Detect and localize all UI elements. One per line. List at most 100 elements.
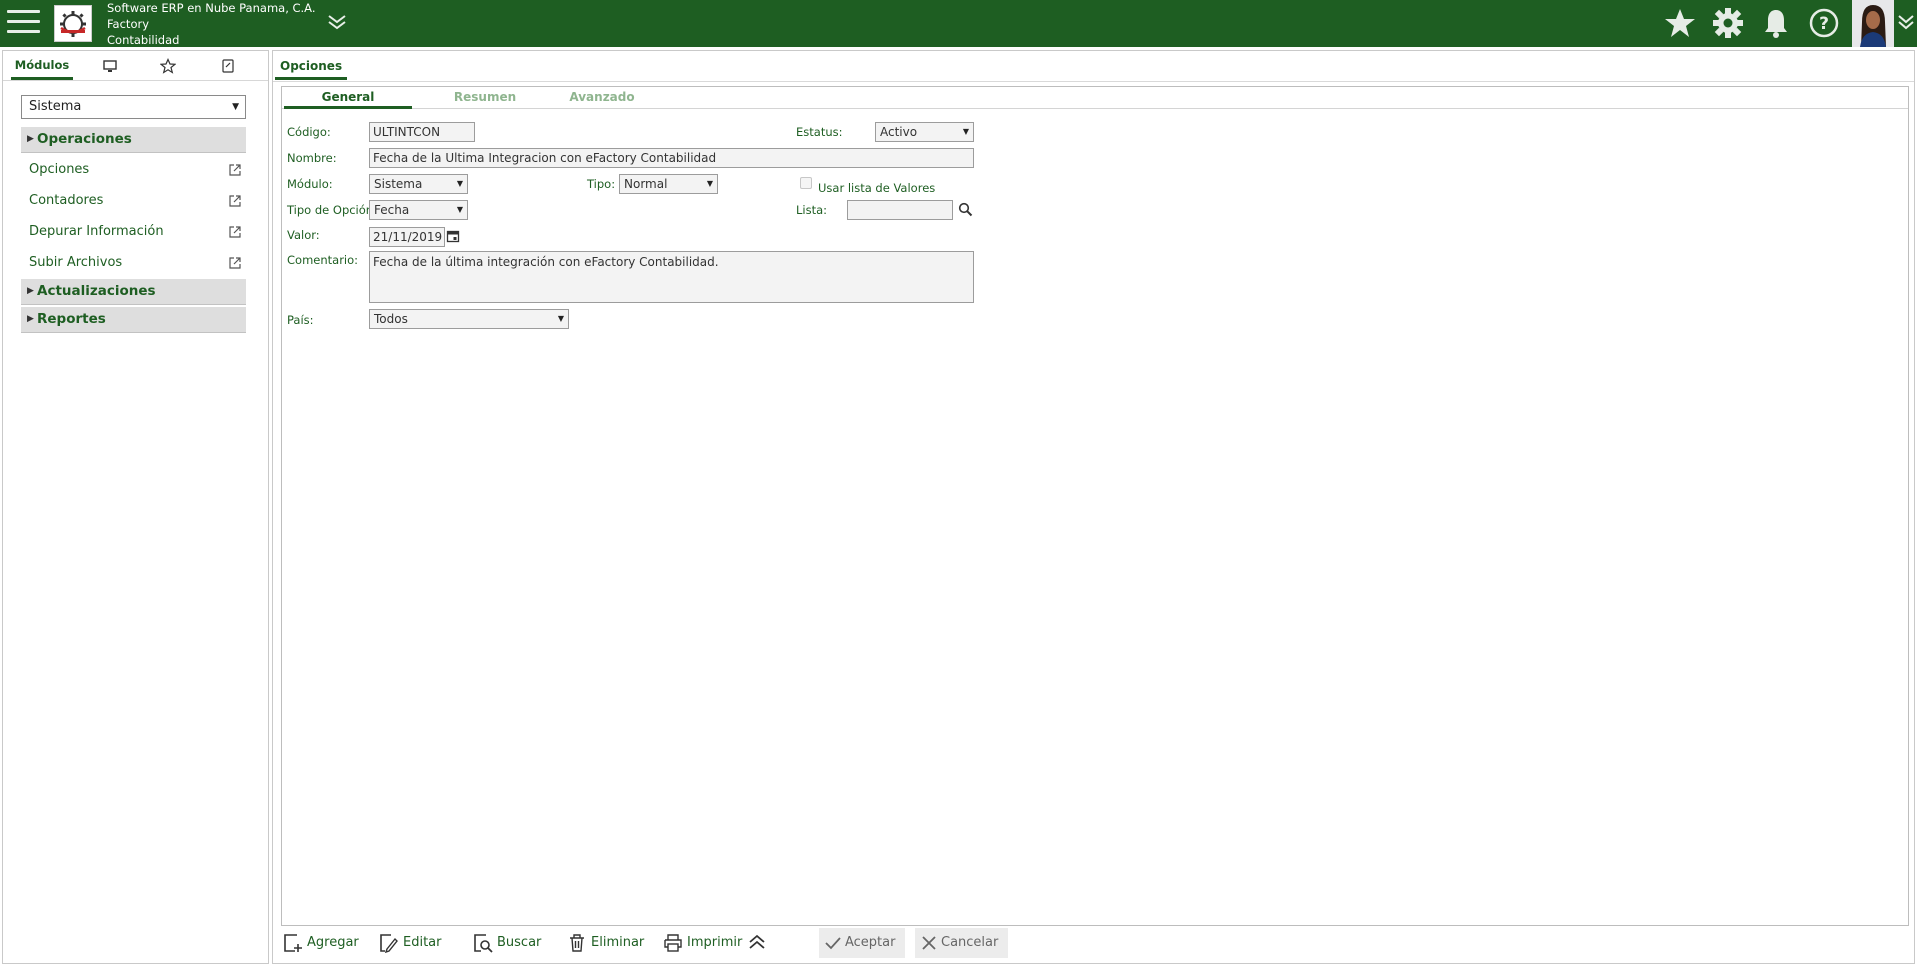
monitor-icon bbox=[103, 60, 117, 72]
caret-down-icon: ▼ bbox=[456, 179, 463, 188]
chevron-double-up-icon[interactable] bbox=[747, 932, 767, 955]
tab-notes[interactable] bbox=[213, 51, 243, 80]
cancel-button-label: Cancelar bbox=[941, 935, 999, 950]
comentario-label: Comentario: bbox=[287, 253, 359, 267]
delete-button-label: Eliminar bbox=[591, 935, 645, 950]
tipo-value: Normal bbox=[624, 177, 668, 191]
caret-down-icon: ▼ bbox=[557, 314, 564, 323]
pais-label: País: bbox=[287, 313, 314, 327]
tab-favorites[interactable] bbox=[153, 51, 183, 80]
tab-resumen[interactable]: Resumen bbox=[430, 87, 540, 109]
modulo-label: Módulo: bbox=[287, 177, 333, 191]
section-label: Operaciones bbox=[37, 131, 132, 147]
estatus-select[interactable]: Activo ▼ bbox=[875, 122, 974, 142]
module-select[interactable]: Sistema ▼ bbox=[21, 95, 246, 119]
search-icon[interactable] bbox=[958, 202, 973, 220]
section-reportes[interactable]: ▶ Reportes bbox=[21, 307, 246, 333]
external-link-icon bbox=[229, 195, 241, 207]
search-button-label: Buscar bbox=[497, 935, 542, 950]
tab-avanzado[interactable]: Avanzado bbox=[552, 87, 652, 109]
close-icon bbox=[922, 936, 936, 950]
user-avatar[interactable] bbox=[1852, 0, 1894, 47]
edit-button-label: Editar bbox=[403, 935, 442, 950]
sub-tabs: General Resumen Avanzado bbox=[282, 87, 1908, 109]
star-icon[interactable] bbox=[1663, 6, 1697, 40]
help-icon[interactable]: ? bbox=[1807, 6, 1841, 40]
left-tabs: Módulos bbox=[3, 51, 268, 81]
notes-icon bbox=[222, 59, 234, 73]
menu-item-subir-archivos[interactable]: Subir Archivos bbox=[29, 251, 246, 275]
org-info: Software ERP en Nube Panama, C.A. Factor… bbox=[107, 0, 316, 48]
top-bar: Software ERP en Nube Panama, C.A. Factor… bbox=[0, 0, 1917, 47]
caret-down-icon: ▼ bbox=[706, 179, 713, 188]
menu-item-label: Depurar Información bbox=[29, 224, 164, 239]
codigo-label: Código: bbox=[287, 125, 331, 139]
menu-icon[interactable] bbox=[7, 10, 40, 36]
tipo-select[interactable]: Normal ▼ bbox=[619, 174, 718, 194]
add-icon bbox=[284, 934, 302, 952]
section-label: Reportes bbox=[37, 311, 106, 327]
main-panel: Opciones General Resumen Avanzado Código… bbox=[272, 50, 1915, 964]
caret-right-icon: ▶ bbox=[27, 286, 34, 296]
form-frame: General Resumen Avanzado Código: ULTINTC… bbox=[281, 86, 1909, 926]
external-link-icon bbox=[229, 164, 241, 176]
print-button-label: Imprimir bbox=[687, 935, 743, 950]
external-link-icon bbox=[229, 257, 241, 269]
caret-down-icon: ▼ bbox=[232, 102, 239, 112]
estatus-label: Estatus: bbox=[796, 125, 843, 139]
section-operaciones[interactable]: ▶ Operaciones bbox=[21, 127, 246, 153]
valor-date-field[interactable]: 21/11/2019 bbox=[369, 227, 445, 247]
company-name: Software ERP en Nube Panama, C.A. bbox=[107, 1, 316, 15]
nombre-label: Nombre: bbox=[287, 151, 337, 165]
tab-modules[interactable]: Módulos bbox=[11, 51, 73, 80]
tab-general[interactable]: General bbox=[284, 87, 412, 109]
tipo-label: Tipo: bbox=[587, 177, 616, 191]
modulo-select[interactable]: Sistema ▼ bbox=[369, 174, 468, 194]
section-label: Actualizaciones bbox=[37, 283, 156, 299]
nombre-field[interactable]: Fecha de la Ultima Integracion con eFact… bbox=[369, 148, 974, 168]
tipo-opcion-label: Tipo de Opción: bbox=[287, 203, 377, 217]
add-button-label: Agregar bbox=[307, 935, 359, 950]
menu-item-depurar-informacion[interactable]: Depurar Información bbox=[29, 220, 246, 244]
edit-icon bbox=[380, 934, 398, 953]
usar-lista-checkbox[interactable] bbox=[800, 177, 812, 189]
chevron-double-down-icon[interactable] bbox=[327, 13, 347, 34]
estatus-value: Activo bbox=[880, 125, 918, 139]
menu-item-label: Opciones bbox=[29, 162, 90, 177]
tab-opciones[interactable]: Opciones bbox=[275, 53, 348, 80]
pais-select[interactable]: Todos ▼ bbox=[369, 309, 569, 329]
lista-label: Lista: bbox=[796, 203, 828, 217]
search-button[interactable]: Buscar bbox=[473, 928, 541, 958]
tab-divider bbox=[273, 81, 1914, 82]
tipo-opcion-value: Fecha bbox=[374, 203, 410, 217]
delete-button[interactable]: Eliminar bbox=[567, 928, 644, 958]
edit-button[interactable]: Editar bbox=[379, 928, 442, 958]
menu-item-contadores[interactable]: Contadores bbox=[29, 189, 246, 213]
menu-item-label: Contadores bbox=[29, 193, 104, 208]
menu-item-opciones[interactable]: Opciones bbox=[29, 158, 246, 182]
menu-item-label: Subir Archivos bbox=[29, 255, 123, 270]
modulo-value: Sistema bbox=[374, 177, 423, 191]
accept-button-label: Aceptar bbox=[845, 935, 896, 950]
comentario-textarea[interactable]: Fecha de la última integración con eFact… bbox=[369, 251, 974, 303]
lista-field[interactable] bbox=[847, 200, 953, 220]
caret-right-icon: ▶ bbox=[27, 314, 34, 324]
section-actualizaciones[interactable]: ▶ Actualizaciones bbox=[21, 279, 246, 305]
module-name: Contabilidad bbox=[107, 33, 180, 47]
left-panel: Módulos Sistema ▼ ▶ Operaciones Opciones… bbox=[2, 50, 269, 964]
codigo-field[interactable]: ULTINTCON bbox=[369, 122, 475, 142]
usar-lista-label: Usar lista de Valores bbox=[818, 181, 936, 195]
caret-down-icon: ▼ bbox=[962, 127, 969, 136]
chevron-double-down-icon[interactable] bbox=[1896, 12, 1916, 35]
add-button[interactable]: Agregar bbox=[283, 928, 359, 958]
tipo-opcion-select[interactable]: Fecha ▼ bbox=[369, 200, 468, 220]
gear-icon[interactable] bbox=[1711, 6, 1745, 40]
accept-button[interactable]: Aceptar bbox=[819, 928, 906, 958]
trash-icon bbox=[570, 934, 584, 952]
cancel-button[interactable]: Cancelar bbox=[915, 928, 1009, 958]
product-name: Factory bbox=[107, 17, 150, 31]
bell-icon[interactable] bbox=[1759, 6, 1793, 40]
print-button[interactable]: Imprimir bbox=[663, 928, 742, 958]
tab-desktop[interactable] bbox=[95, 51, 125, 80]
calendar-icon[interactable] bbox=[446, 229, 460, 246]
